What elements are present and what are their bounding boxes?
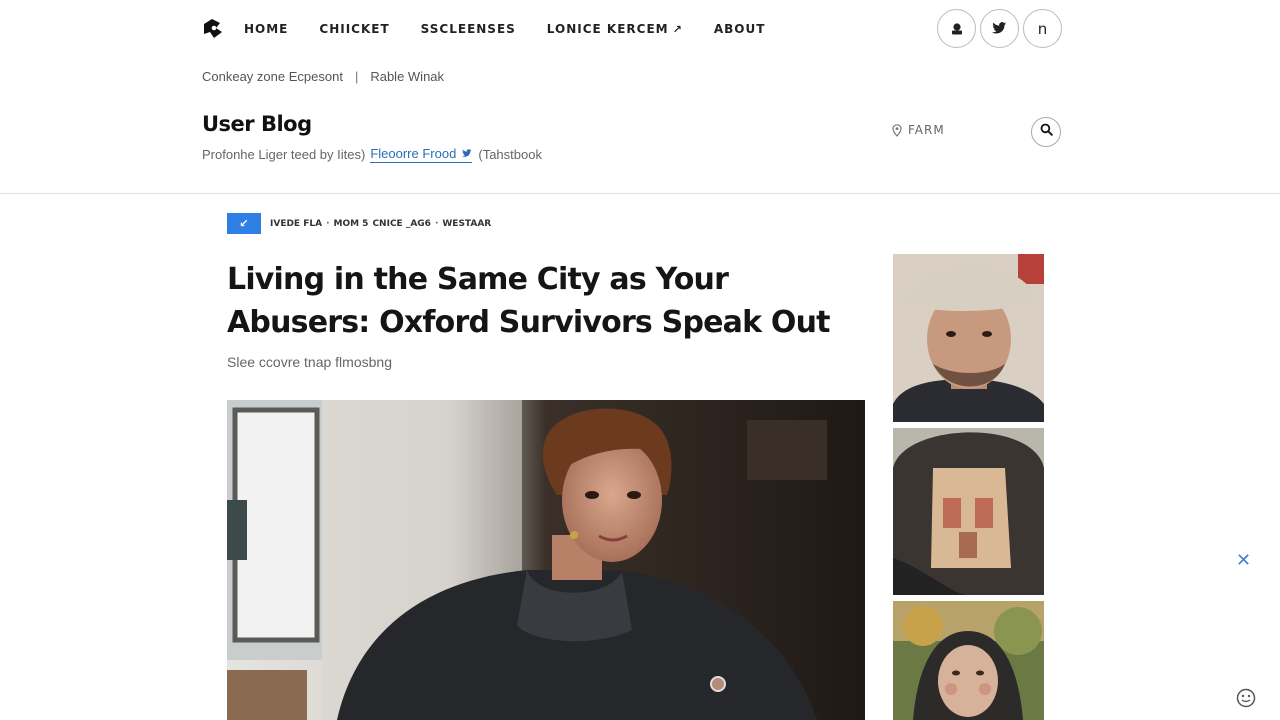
sublink-2[interactable]: Rable Winak — [370, 69, 444, 84]
location-pin-icon — [892, 123, 902, 137]
breadcrumb-item[interactable]: CNICE _AG6 — [372, 219, 431, 229]
blog-title: User Blog — [202, 112, 312, 136]
nav-chiicket[interactable]: CHIICKET — [319, 22, 389, 36]
breadcrumb-item[interactable]: MOM 5 — [333, 219, 368, 229]
breadcrumb-dot: · — [326, 218, 330, 229]
nav-about[interactable]: ABOUT — [714, 22, 766, 36]
top-nav: HOME CHIICKET SSCLEENSES LONICE KERCEM ↗ … — [200, 12, 796, 46]
sublink-separator: | — [354, 69, 359, 84]
nav-lonice-kercem[interactable]: LONICE KERCEM ↗ — [547, 22, 683, 36]
header-divider — [0, 193, 1280, 194]
sub-links: Conkeay zone Ecpesont | Rable Winak — [202, 69, 444, 84]
nav-home[interactable]: HOME — [244, 22, 288, 36]
sidebar-photo-1[interactable] — [893, 254, 1044, 422]
nav-sscleenses[interactable]: SSCLEENSES — [421, 22, 516, 36]
sublink-1[interactable]: Conkeay zone Ecpesont — [202, 69, 343, 84]
n-icon[interactable]: n — [1023, 9, 1062, 48]
social-links: n — [937, 9, 1066, 48]
category-badge[interactable]: ↙ — [227, 213, 261, 234]
twitter-icon[interactable] — [980, 9, 1019, 48]
blog-meta-suffix: (Tahstbook — [478, 147, 542, 162]
user-icon[interactable] — [937, 9, 976, 48]
blog-meta-prefix: Profonhe Liger teed by Iites) — [202, 147, 366, 162]
breadcrumb-item[interactable]: IVEDE FLA — [270, 219, 322, 229]
author-name: Fleoorre Frood — [370, 146, 457, 161]
breadcrumb: ↙ IVEDE FLA · MOM 5 CNICE _AG6 · WESTAAR — [227, 213, 495, 234]
twitter-small-icon — [459, 149, 472, 161]
dropdown-arrow-icon: ↗ — [672, 23, 683, 36]
article-dek: Slee ccovre tnap flmosbng — [227, 354, 392, 370]
hero-photo — [227, 400, 865, 720]
article-headline: Living in the Same City as Your Abusers:… — [227, 262, 831, 340]
breadcrumb-dot: · — [434, 218, 439, 229]
close-icon[interactable]: ✕ — [1236, 550, 1251, 571]
search-icon — [1040, 123, 1053, 141]
sidebar-photo-3[interactable] — [893, 601, 1044, 720]
feedback-icon[interactable] — [1236, 688, 1256, 708]
blog-meta: Profonhe Liger teed by Iites) Fleoorre F… — [202, 146, 542, 163]
search-button[interactable] — [1031, 117, 1061, 147]
nav-lonice-kercem-label: LONICE KERCEM — [546, 22, 669, 36]
breadcrumb-item[interactable]: WESTAAR — [442, 219, 491, 229]
location-label: FARM — [908, 123, 945, 137]
location-link[interactable]: FARM — [892, 123, 945, 137]
sidebar-photo-2[interactable] — [893, 428, 1044, 595]
author-link[interactable]: Fleoorre Frood — [370, 146, 473, 163]
logo-icon[interactable] — [200, 16, 226, 42]
